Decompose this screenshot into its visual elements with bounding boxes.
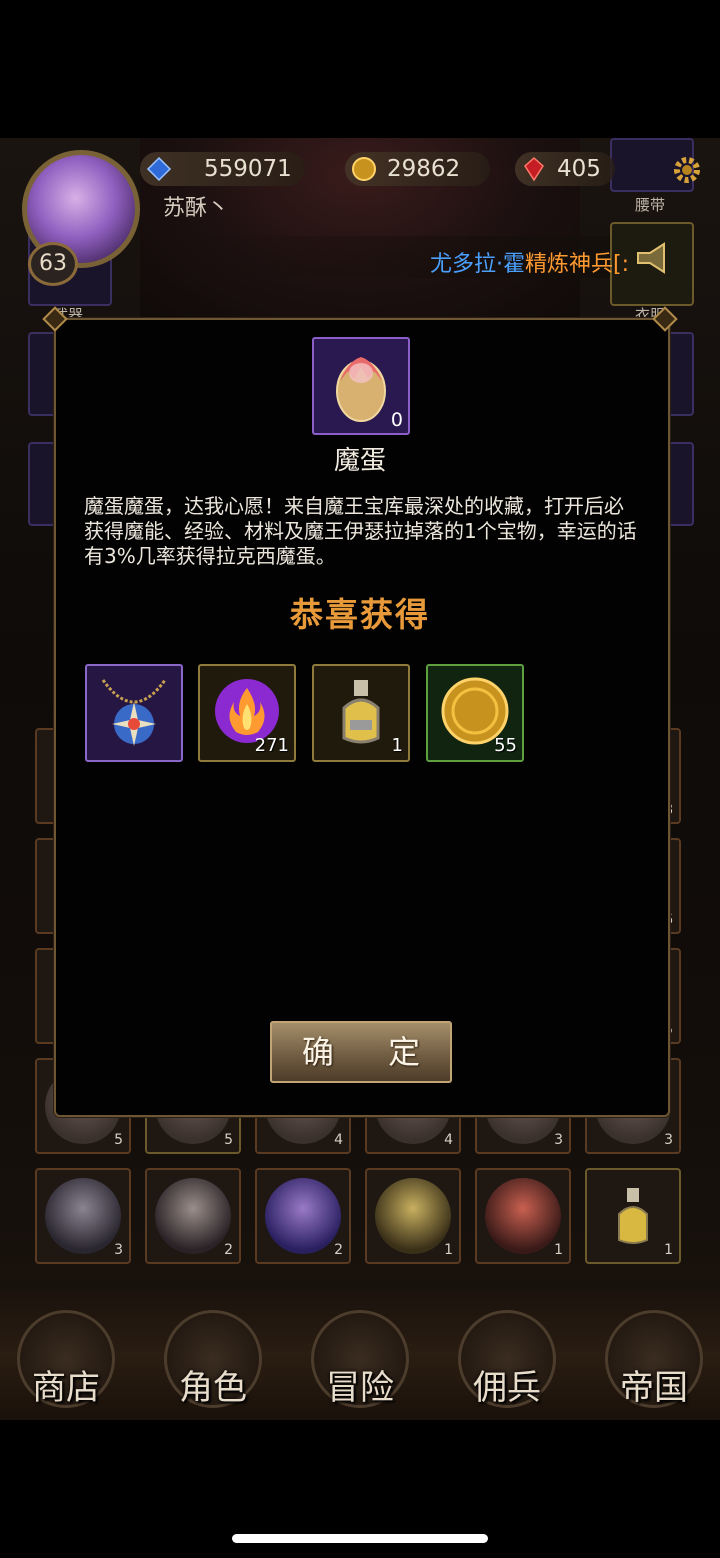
item-name: 魔蛋 — [333, 446, 386, 476]
player-name: 苏酥丶 — [163, 196, 230, 221]
nav-character-label: 角色 — [179, 1368, 247, 1408]
reward-quantity: 271 — [254, 735, 289, 756]
nav-adventure[interactable]: 冒险 — [300, 1304, 420, 1414]
level-badge: 63 — [28, 242, 78, 286]
gear-icon[interactable] — [671, 154, 703, 186]
megaphone-icon[interactable] — [632, 238, 672, 278]
reward-item[interactable]: 55 — [426, 664, 524, 762]
potion-flask-icon — [342, 680, 380, 744]
item-card[interactable]: 1 — [585, 1168, 681, 1264]
demon-egg-icon — [336, 357, 386, 422]
opened-item-quantity: 0 — [390, 409, 403, 431]
nav-empire[interactable]: 帝国 — [594, 1304, 714, 1414]
hero-card-count: 2 — [334, 1242, 343, 1258]
stat-gems-value: 559071 — [204, 156, 292, 182]
item-description: 魔蛋魔蛋，达我心愿！来自魔王宝库最深处的收藏，打开后必获得魔能、经验、材料及魔王… — [84, 494, 637, 568]
news-player-name: 尤多拉·霍 — [430, 252, 525, 277]
nav-character[interactable]: 角色 — [153, 1304, 273, 1414]
news-ticker-text: 尤多拉·霍精炼神兵[: — [430, 246, 629, 278]
hero-card-count: 3 — [114, 1242, 123, 1258]
hero-card[interactable]: 1 — [475, 1168, 571, 1264]
confirm-button[interactable]: 确 定 — [270, 1021, 452, 1083]
nav-adventure-label: 冒险 — [326, 1368, 394, 1408]
potion-flask-icon — [618, 1188, 648, 1244]
gold-coin-icon — [352, 157, 376, 181]
nav-shop-label: 商店 — [32, 1368, 100, 1408]
nav-shop[interactable]: 商店 — [6, 1304, 126, 1414]
stat-crystals-value: 405 — [557, 156, 601, 182]
gem-necklace-icon — [101, 679, 167, 746]
stat-gold[interactable]: 29862 — [345, 152, 490, 186]
stat-gold-value: 29862 — [387, 156, 461, 182]
congrats-title: 恭喜获得 — [290, 595, 430, 634]
red-crystal-icon — [524, 156, 544, 182]
item-card-count: 1 — [664, 1242, 673, 1258]
reward-quantity: 1 — [391, 735, 403, 756]
stat-gems[interactable]: 559071 — [140, 152, 305, 186]
reward-quantity: 55 — [494, 735, 517, 756]
nav-mercenary[interactable]: 佣兵 — [447, 1304, 567, 1414]
hero-card[interactable]: 3 — [35, 1168, 131, 1264]
news-message: 精炼神兵[: — [525, 252, 629, 277]
stat-crystals[interactable]: 405 — [515, 152, 615, 186]
opened-item-slot: 0 — [312, 337, 410, 435]
hero-card[interactable]: 1 — [365, 1168, 461, 1264]
hero-card-count: 2 — [224, 1242, 233, 1258]
hero-card[interactable]: 2 — [255, 1168, 351, 1264]
nav-empire-label: 帝国 — [620, 1368, 688, 1408]
hero-card[interactable]: 2 — [145, 1168, 241, 1264]
home-indicator — [232, 1534, 488, 1543]
nav-mercenary-label: 佣兵 — [473, 1368, 541, 1408]
reward-item[interactable] — [85, 664, 183, 762]
reward-item[interactable]: 1 — [312, 664, 410, 762]
hero-card-count: 1 — [444, 1242, 453, 1258]
equip-slot-belt-label: 腰带 — [634, 196, 665, 214]
blue-gem-icon — [146, 156, 172, 182]
hero-card-count: 1 — [554, 1242, 563, 1258]
reward-item[interactable]: 271 — [198, 664, 296, 762]
